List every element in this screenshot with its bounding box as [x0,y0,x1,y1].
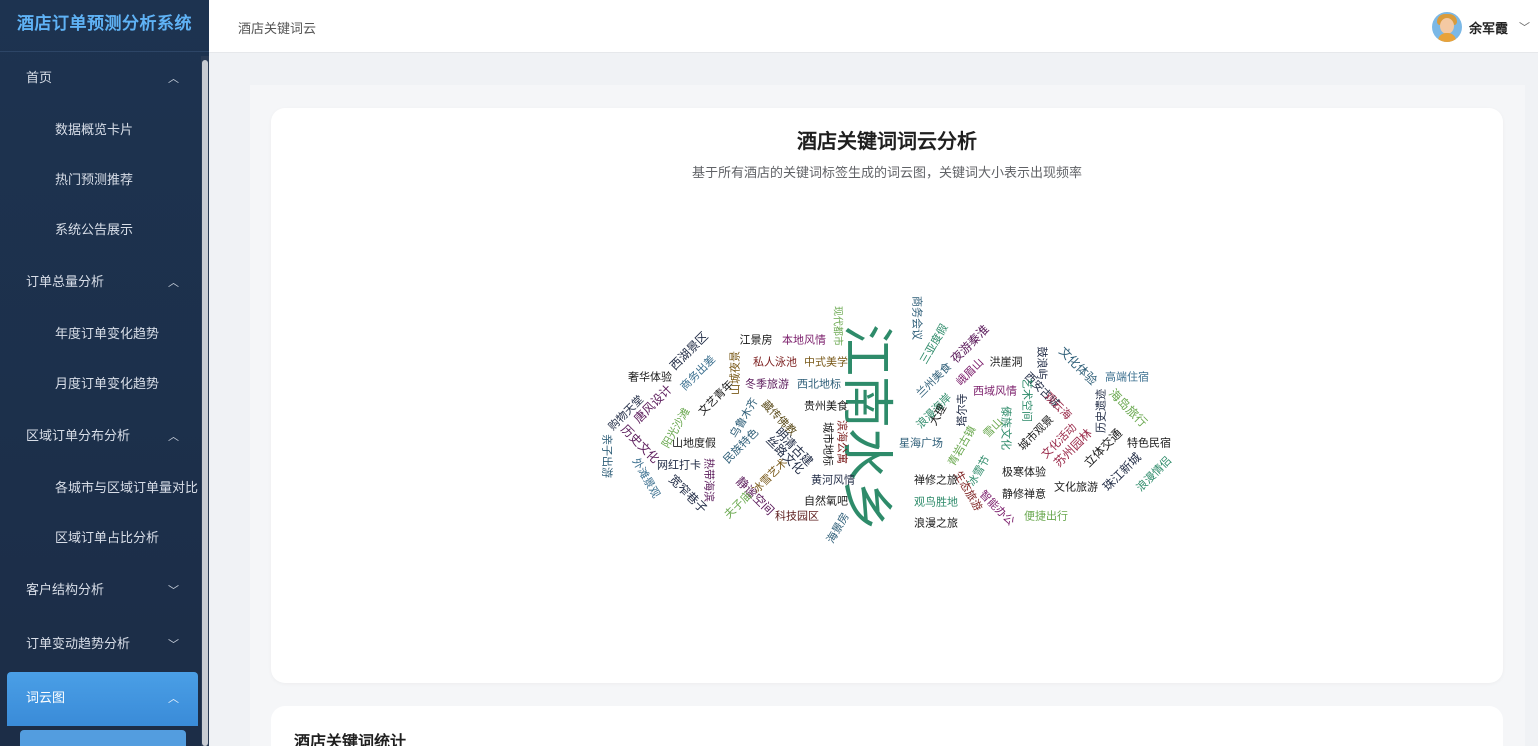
chevron-down-icon: ﹀ [168,638,179,651]
card-title: 酒店关键词统计 [294,732,407,746]
sidebar-item-customer[interactable]: 客户结构分析 ﹀ [0,564,209,618]
chevron-up-icon: ︿ [168,72,179,85]
word-cloud-term: 冰雪节 [965,453,993,488]
sidebar-item-label: 订单总量分析 [26,275,105,290]
word-cloud-term: 艺术空间 [1021,378,1035,422]
word-cloud-term: 星海广场 [899,436,943,450]
word-cloud-term: 贵州美食 [804,399,848,413]
word-cloud-term: 海岛旅行 [1106,385,1151,430]
sidebar-item-label: 区域订单占比分析 [55,531,160,546]
word-cloud-term: 城市地标 [822,422,836,466]
word-cloud-term: 热带海滨 [703,458,717,502]
word-cloud-term: 夜游秦淮 [947,321,992,366]
word-cloud-term: 极寒体验 [1002,465,1046,479]
sidebar-item-region-share[interactable]: 区域订单占比分析 [0,514,209,564]
sidebar-item-region[interactable]: 区域订单分布分析 ︿ [0,410,209,464]
sidebar-item-label: 年度订单变化趋势 [55,327,160,342]
word-cloud-term: 冬季旅游 [745,377,789,391]
word-cloud-term: 西域风情 [973,385,1017,398]
word-cloud-term: 浪漫之旅 [914,516,958,530]
word-cloud-term: 亲子出游 [601,434,615,478]
chevron-down-icon[interactable]: ﹀ [1519,19,1530,35]
sidebar-item-label: 各城市与区域订单量对比 [55,481,199,496]
word-cloud-term: 青岩古镇 [945,423,979,468]
word-cloud-term: 高端住宿 [1105,370,1149,384]
sidebar-item-order-total[interactable]: 订单总量分析 ︿ [0,256,209,310]
avatar[interactable] [1431,12,1462,42]
sidebar-item-wordcloud[interactable]: 词云图 ︿ [7,672,198,726]
sidebar-scrollbar[interactable] [202,60,208,746]
word-cloud-term: 禅修之旅 [914,473,958,487]
word-cloud-term: 西北地标 [797,377,841,391]
user-name[interactable]: 余军霞 [1469,18,1508,37]
wordcloud-card: 酒店关键词词云分析 基于所有酒店的关键词标签生成的词云图，关键词大小表示出现频率… [271,108,1503,683]
word-cloud-term: 塔尔寺 [956,394,969,427]
word-cloud-term: 文化旅游 [1054,480,1098,494]
word-cloud-term: 本地风情 [782,333,826,347]
word-cloud-term: 江景房 [740,334,773,347]
word-cloud-term: 便捷出行 [1024,509,1068,523]
word-cloud-term: 中式美学 [804,355,848,369]
word-cloud-term: 特色民宿 [1127,436,1171,450]
sidebar-item-label: 订单变动趋势分析 [26,637,131,652]
sidebar-item-city-compare[interactable]: 各城市与区域订单量对比 [0,464,209,514]
word-cloud-term: 历史遗迹 [1094,389,1108,433]
sidebar-item-order-change[interactable]: 订单变动趋势分析 ﹀ [0,618,209,672]
breadcrumb: 酒店关键词云 [238,22,317,37]
word-cloud-term: 科技园区 [775,509,819,523]
word-cloud-term: 黄河风情 [811,473,855,487]
sidebar-item-label: 客户结构分析 [26,583,105,598]
word-cloud: 江南水乡西湖景区商务出差江景房 本地风情 现代都市 商务会议三亚度假夜游秦淮洪崖洞 鼓浪… [601,296,1175,546]
word-cloud-term: 夫子庙 [721,488,754,521]
chevron-down-icon: ﹀ [168,584,179,597]
sidebar-item-yearly-trend[interactable]: 年度订单变化趋势 [0,310,209,360]
word-cloud-term: 傣族文化 [1000,406,1014,450]
word-cloud-term: 网红打卡 [657,458,701,472]
word-cloud-term: 观鸟胜地 [914,495,958,509]
sidebar-item-label: 词云图 [26,691,66,706]
keyword-stats-card: 酒店关键词统计 [271,706,1503,746]
word-cloud-term: 文化体验 [1056,343,1101,388]
chevron-up-icon: ︿ [168,692,179,705]
chevron-up-icon: ︿ [168,430,179,443]
word-cloud-term: 私人泳池 [753,355,797,369]
chevron-up-icon: ︿ [168,276,179,289]
sidebar-item-announcements[interactable]: 系统公告展示 [0,206,209,256]
top-header: 酒店关键词云 余军霞 ﹀ [209,0,1538,53]
sidebar-item-home[interactable]: 首页 ︿ [0,52,209,106]
word-cloud-term: 洪崖洞 [990,355,1023,369]
sidebar-item-monthly-trend[interactable]: 月度订单变化趋势 [0,360,209,410]
sidebar-item-hot-forecast[interactable]: 热门预测推荐 [0,156,209,206]
app-title: 酒店订单预测分析系统 [0,0,209,52]
word-cloud-term: 山城夜景 [728,351,742,395]
sidebar-item-label: 首页 [26,71,53,86]
sidebar-item-label: 数据概览卡片 [55,123,134,138]
sidebar-item-label: 区域订单分布分析 [26,429,131,444]
word-cloud-term: 自然氧吧 [804,494,848,508]
word-cloud-term: 山地度假 [672,436,716,450]
word-cloud-term: 商务会议 [911,296,925,340]
sidebar-menu: 首页 ︿ 数据概览卡片 热门预测推荐 系统公告展示 订单总量分析 ︿ 年度订单变… [0,52,209,726]
sidebar-item-data-overview[interactable]: 数据概览卡片 [0,106,209,156]
word-cloud-term: 静修禅意 [1002,487,1046,501]
word-cloud-term: 奢华体验 [628,370,672,384]
sidebar-item-label: 系统公告展示 [55,223,134,238]
sidebar-item-label: 月度订单变化趋势 [55,377,160,392]
word-cloud-term: 滨海公寓 [836,420,850,464]
sidebar-active-subitem[interactable] [20,730,186,746]
word-cloud-term: 现代都市 [832,306,845,346]
user-menu[interactable]: 余军霞 ﹀ [1431,12,1530,42]
sidebar-item-label: 热门预测推荐 [55,173,134,188]
word-cloud-term: 鼓浪屿 [1036,347,1050,380]
sidebar: 酒店订单预测分析系统 首页 ︿ 数据概览卡片 热门预测推荐 系统公告展示 订单总… [0,0,209,746]
